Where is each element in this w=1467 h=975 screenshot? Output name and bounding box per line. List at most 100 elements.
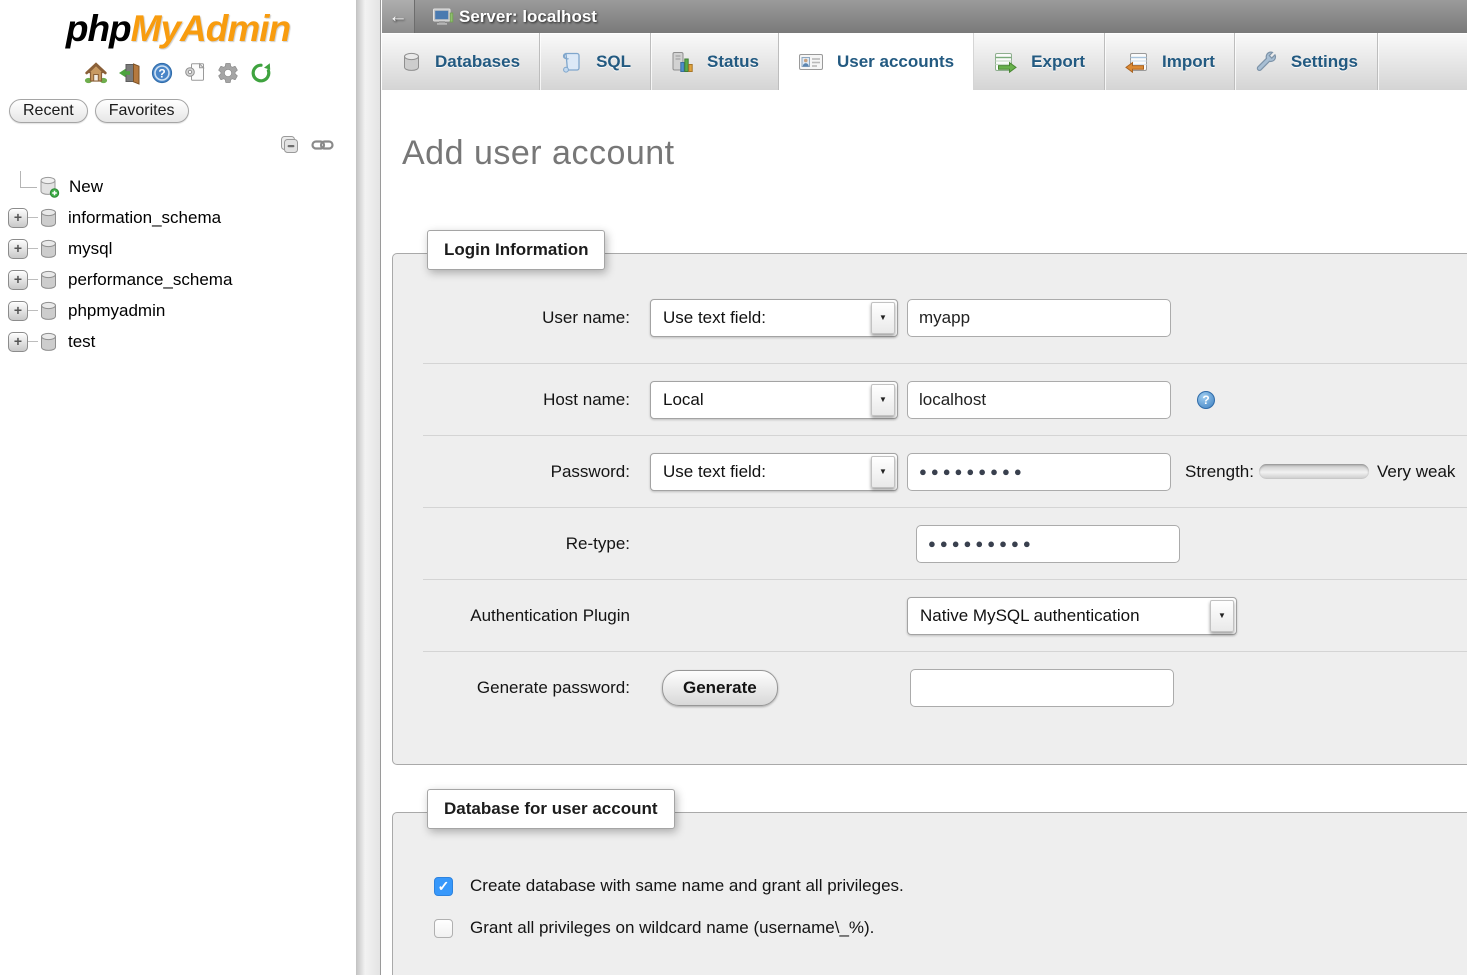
tab-label: Import <box>1162 52 1215 72</box>
select-value: Use text field: <box>663 462 766 482</box>
tab-label: Databases <box>435 52 520 72</box>
chevron-down-icon <box>871 384 895 416</box>
tree-branch-line <box>28 248 38 249</box>
tree-branch-line <box>28 341 38 342</box>
tree-item-label: performance_schema <box>68 270 232 290</box>
page-content: Add user account Login Information User … <box>382 90 1467 975</box>
phpmyadmin-window: phpMyAdmin ? Recent Favo <box>0 0 1467 975</box>
back-arrow-button[interactable]: ← <box>382 0 415 33</box>
generate-button[interactable]: Generate <box>662 670 778 706</box>
navigation-panel: phpMyAdmin ? Recent Favo <box>0 0 356 975</box>
phpmyadmin-logo[interactable]: phpMyAdmin <box>0 0 356 50</box>
favorites-button[interactable]: Favorites <box>95 99 189 123</box>
generated-password-input[interactable] <box>910 669 1174 707</box>
retype-password-input[interactable] <box>916 525 1180 563</box>
retype-label: Re-type: <box>423 534 630 554</box>
fieldset-legend: Database for user account <box>427 789 675 829</box>
link-panel-icon[interactable] <box>311 138 334 152</box>
help-icon[interactable]: ? <box>150 61 174 85</box>
expand-plus-icon[interactable] <box>8 208 28 228</box>
tree-item-new-database[interactable]: New <box>0 171 356 202</box>
strength-text: Very weak <box>1377 462 1455 482</box>
tab-settings[interactable]: Settings <box>1235 33 1378 90</box>
hostname-input[interactable] <box>907 381 1171 419</box>
username-type-select[interactable]: Use text field: <box>650 299 898 337</box>
tree-item-test[interactable]: test <box>0 326 356 357</box>
tree-item-performance-schema[interactable]: performance_schema <box>0 264 356 295</box>
import-icon <box>1124 51 1149 73</box>
tab-label: User accounts <box>837 52 954 72</box>
tab-label: Settings <box>1291 52 1358 72</box>
database-for-user-fieldset: Database for user account Create databas… <box>392 812 1467 975</box>
server-title[interactable]: Server: localhost <box>459 7 597 27</box>
tab-status[interactable]: Status <box>651 33 779 90</box>
tab-databases[interactable]: Databases <box>382 33 540 90</box>
database-icon <box>38 300 59 322</box>
status-chart-icon <box>670 50 694 74</box>
db-privileges-checkbox[interactable] <box>434 919 453 938</box>
tree-branch-line <box>20 171 37 188</box>
select-value: Use text field: <box>663 308 766 328</box>
select-value: Native MySQL authentication <box>920 606 1140 626</box>
chevron-down-icon <box>1210 600 1234 632</box>
db-privileges-checkbox[interactable] <box>434 877 453 896</box>
tree-item-label: New <box>69 177 103 197</box>
home-icon[interactable] <box>84 61 108 85</box>
auth-plugin-select[interactable]: Native MySQL authentication <box>907 597 1237 635</box>
collapse-all-icon[interactable] <box>279 134 302 157</box>
expand-plus-icon[interactable] <box>8 301 28 321</box>
database-icon <box>38 269 59 291</box>
tree-branch-line <box>28 217 38 218</box>
logo-php-part: php <box>66 8 131 49</box>
help-icon[interactable]: ? <box>1197 391 1215 409</box>
tab-user-accounts[interactable]: User accounts <box>779 33 974 90</box>
password-strength-meter <box>1259 464 1369 479</box>
docs-icon[interactable] <box>183 61 207 85</box>
generate-password-label: Generate password: <box>423 678 630 698</box>
database-icon <box>401 51 422 73</box>
tree-branch-line <box>28 279 38 280</box>
page-title: Add user account <box>402 134 1467 173</box>
password-type-select[interactable]: Use text field: <box>650 453 898 491</box>
fieldset-legend: Login Information <box>427 230 605 270</box>
tree-item-label: phpmyadmin <box>68 301 165 321</box>
generate-password-row: Generate password: Generate <box>423 652 1467 724</box>
database-icon <box>38 207 59 229</box>
tree-item-mysql[interactable]: mysql <box>0 233 356 264</box>
database-icon <box>38 331 59 353</box>
tree-controls <box>0 133 334 157</box>
tab-label: Export <box>1031 52 1085 72</box>
logout-icon[interactable] <box>117 61 141 85</box>
refresh-icon[interactable] <box>249 61 273 85</box>
export-icon <box>993 51 1018 73</box>
checkbox-label[interactable]: Grant all privileges on wildcard name (u… <box>470 918 874 938</box>
tree-item-phpmyadmin[interactable]: phpmyadmin <box>0 295 356 326</box>
password-label: Password: <box>423 462 630 482</box>
tree-item-information-schema[interactable]: information_schema <box>0 202 356 233</box>
username-input[interactable] <box>907 299 1171 337</box>
settings-icon[interactable] <box>216 61 240 85</box>
wrench-icon <box>1254 50 1278 74</box>
tab-export[interactable]: Export <box>974 33 1105 90</box>
hostname-type-select[interactable]: Local <box>650 381 898 419</box>
panel-resizer[interactable] <box>356 0 381 975</box>
expand-plus-icon[interactable] <box>8 239 28 259</box>
svg-text:?: ? <box>158 66 165 80</box>
username-row: User name: Use text field: <box>423 272 1467 364</box>
tree-item-label: test <box>68 332 95 352</box>
server-icon <box>432 7 454 27</box>
strength-label: Strength: <box>1185 462 1254 482</box>
retype-row: Re-type: <box>423 508 1467 580</box>
recent-button[interactable]: Recent <box>9 99 88 123</box>
tab-import[interactable]: Import <box>1105 33 1235 90</box>
nav-quick-lists: Recent Favorites <box>9 99 356 123</box>
database-icon <box>38 238 59 260</box>
expand-plus-icon[interactable] <box>8 332 28 352</box>
tree-item-label: mysql <box>68 239 112 259</box>
expand-plus-icon[interactable] <box>8 270 28 290</box>
new-database-icon <box>38 175 60 198</box>
tab-sql[interactable]: SQL <box>540 33 651 90</box>
auth-plugin-row: Authentication Plugin Native MySQL authe… <box>423 580 1467 652</box>
checkbox-label[interactable]: Create database with same name and grant… <box>470 876 904 896</box>
password-input[interactable] <box>907 453 1171 491</box>
